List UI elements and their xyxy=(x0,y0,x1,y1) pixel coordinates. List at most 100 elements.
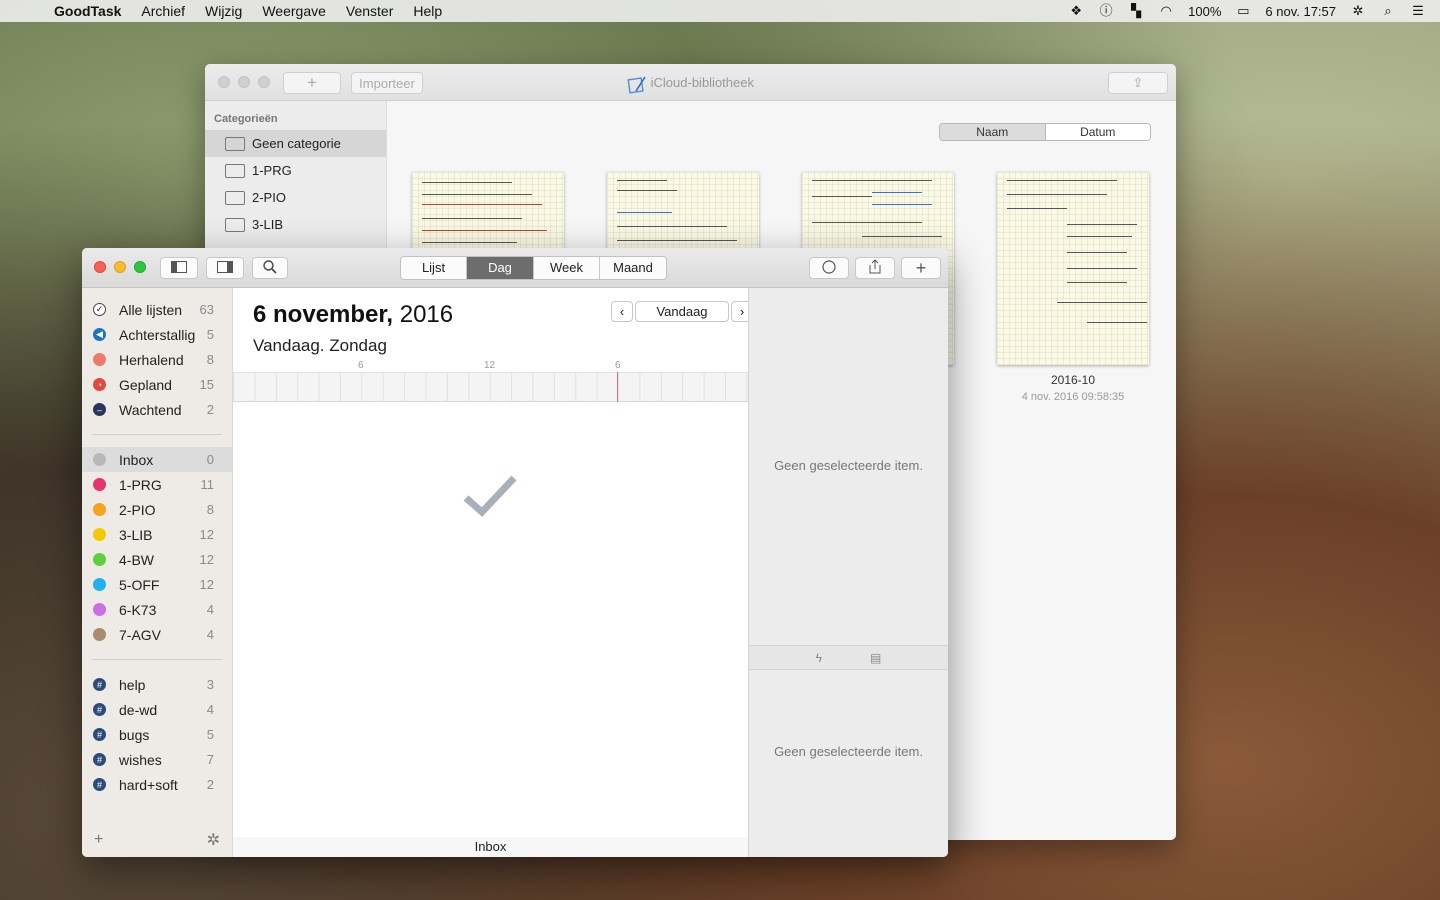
smart-list-icon: – xyxy=(93,403,106,416)
smart-list-icon: ✓ xyxy=(93,303,106,316)
previous-day-button[interactable]: ‹ xyxy=(611,301,633,322)
smart-list-icon xyxy=(93,353,106,366)
sidebar-item[interactable]: # de-wd 4 xyxy=(82,697,232,722)
folder-icon xyxy=(225,163,245,178)
sidebar-item-count: 4 xyxy=(206,602,214,617)
add-list-icon[interactable]: + xyxy=(94,831,103,849)
menu-archief[interactable]: Archief xyxy=(141,3,185,19)
sidebar-item[interactable]: 3-LIB 12 xyxy=(82,522,232,547)
sort-name-button[interactable]: Naam xyxy=(940,124,1045,140)
category-item[interactable]: 1-PRG xyxy=(205,157,386,184)
day-view: 6 november, 2016 Vandaag. Zondag ‹ Vanda… xyxy=(233,288,753,857)
sidebar-item-count: 7 xyxy=(206,752,214,767)
sidebar-item[interactable]: 1-PRG 11 xyxy=(82,472,232,497)
library-title: iCloud-bibliotheek xyxy=(650,75,754,90)
today-button[interactable]: Vandaag xyxy=(635,301,729,322)
sidebar-item-label: Inbox xyxy=(119,451,154,468)
folder-icon xyxy=(225,190,245,205)
sidebar-item[interactable]: Herhalend 8 xyxy=(82,347,232,372)
view-day-tab[interactable]: Dag xyxy=(467,257,534,279)
sidebar-item[interactable]: 4-BW 12 xyxy=(82,547,232,572)
clock[interactable]: 6 nov. 17:57 xyxy=(1265,4,1336,19)
sidebar-item[interactable]: – Wachtend 2 xyxy=(82,397,232,422)
battery-icon[interactable]: ▭ xyxy=(1235,4,1251,18)
category-item[interactable]: 3-LIB xyxy=(205,211,386,238)
menu-wijzig[interactable]: Wijzig xyxy=(205,3,242,19)
view-month-tab[interactable]: Maand xyxy=(600,257,666,279)
sidebar-item-count: 4 xyxy=(206,702,214,717)
list-color-dot-icon xyxy=(93,453,106,466)
category-item[interactable]: Geen categorie xyxy=(205,130,386,157)
wifi-icon[interactable]: ◠ xyxy=(1158,4,1174,18)
sidebar-item-label: Wachtend xyxy=(119,401,182,418)
list-color-dot-icon xyxy=(93,628,106,641)
sidebar-item[interactable]: Inbox 0 xyxy=(82,447,232,472)
sidebar-item[interactable]: 5-OFF 12 xyxy=(82,572,232,597)
sort-date-button[interactable]: Datum xyxy=(1044,124,1150,140)
toggle-sidebar-button[interactable] xyxy=(160,257,198,279)
sidebar-item[interactable]: 2-PIO 8 xyxy=(82,497,232,522)
hashtag-icon: # xyxy=(93,778,106,791)
folder-icon xyxy=(225,217,245,232)
zoom-icon[interactable] xyxy=(134,261,146,273)
menu-app[interactable]: GoodTask xyxy=(54,3,121,19)
lightning-icon[interactable]: ϟ xyxy=(816,651,822,665)
notes-icon[interactable]: ▤ xyxy=(870,651,881,665)
onepassword-icon[interactable]: ⓘ xyxy=(1098,4,1114,18)
sidebar-item-label: 1-PRG xyxy=(119,476,162,493)
notebook-thumbnail[interactable] xyxy=(997,172,1149,365)
view-segmented-control: Lijst Dag Week Maand xyxy=(400,256,667,280)
sidebar-item-count: 12 xyxy=(199,552,214,567)
complete-button[interactable] xyxy=(809,257,849,279)
sidebar-divider xyxy=(92,659,222,660)
minimize-icon[interactable] xyxy=(114,261,126,273)
category-header: Categorieën xyxy=(214,113,278,125)
add-task-button[interactable]: + xyxy=(901,257,941,279)
sidebar-item-count: 5 xyxy=(206,327,214,342)
share-button[interactable]: ⇪ xyxy=(1108,72,1168,94)
library-titlebar: + Importeer iCloud-bibliotheek ⇪ xyxy=(205,64,1176,101)
share-icon: ⇪ xyxy=(1132,75,1144,90)
sidebar-item-label: bugs xyxy=(119,726,150,743)
share-button[interactable] xyxy=(855,257,895,279)
menu-weergave[interactable]: Weergave xyxy=(262,3,326,19)
sidebar-item-count: 2 xyxy=(206,777,214,792)
sidebar-item[interactable]: # bugs 5 xyxy=(82,722,232,747)
settings-gear-icon[interactable]: ✲ xyxy=(207,830,220,850)
sidebar-item[interactable]: ◀ Achterstallig 5 xyxy=(82,322,232,347)
sidebar-item[interactable]: # hard+soft 2 xyxy=(82,772,232,797)
menu-venster[interactable]: Venster xyxy=(346,3,393,19)
hashtag-icon: # xyxy=(93,728,106,741)
menu-help[interactable]: Help xyxy=(413,3,442,19)
notebook-date: 4 nov. 2016 09:58:35 xyxy=(1021,391,1125,403)
day-timeline[interactable] xyxy=(233,372,748,402)
dropbox-icon[interactable]: ❖ xyxy=(1068,4,1084,18)
sidebar-item[interactable]: ◔ Gepland 15 xyxy=(82,372,232,397)
hashtag-icon: # xyxy=(93,753,106,766)
sidebar-item[interactable]: 7-AGV 4 xyxy=(82,622,232,647)
chevron-right-icon: › xyxy=(739,304,745,319)
empty-checkmark-icon xyxy=(462,474,518,523)
notification-center-icon[interactable]: ☰ xyxy=(1410,4,1426,18)
spotlight-icon[interactable]: ⌕ xyxy=(1380,4,1396,18)
search-button[interactable] xyxy=(252,257,288,279)
sidebar-right-icon xyxy=(217,260,233,276)
hashtag-icon: # xyxy=(93,703,106,716)
category-item[interactable]: 2-PIO xyxy=(205,184,386,211)
list-color-dot-icon xyxy=(93,503,106,516)
sidebar-item[interactable]: 6-K73 4 xyxy=(82,597,232,622)
view-week-tab[interactable]: Week xyxy=(534,257,600,279)
bartender-icon[interactable]: ✲ xyxy=(1350,4,1366,18)
close-icon[interactable] xyxy=(94,261,106,273)
goodtask-toolbar: Lijst Dag Week Maand + xyxy=(82,248,948,288)
sidebar-item[interactable]: ✓ Alle lijsten 63 xyxy=(82,297,232,322)
timeline-tick: 6 xyxy=(615,360,621,371)
sidebar-item[interactable]: # wishes 7 xyxy=(82,747,232,772)
toggle-detail-button[interactable] xyxy=(206,257,244,279)
battery-percent[interactable]: 100% xyxy=(1188,4,1221,19)
window-layout-icon[interactable]: ▚ xyxy=(1128,4,1144,18)
sidebar-item[interactable]: # help 3 xyxy=(82,672,232,697)
view-list-tab[interactable]: Lijst xyxy=(401,257,467,279)
sidebar-divider xyxy=(92,434,222,435)
timeline-tick: 6 xyxy=(358,360,364,371)
